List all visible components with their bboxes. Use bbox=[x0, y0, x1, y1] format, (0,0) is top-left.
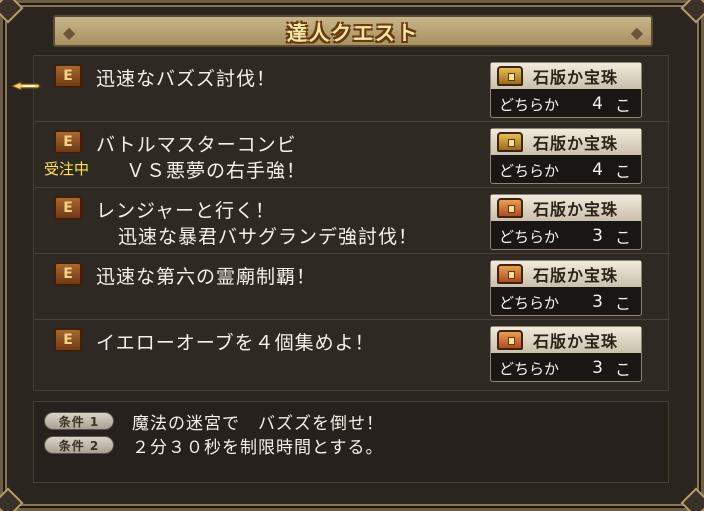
reward-choice: どちらか bbox=[499, 161, 560, 180]
quest-row[interactable]: E レンジャーと行く！ 迅速な暴君バサグランデ強討伐！ 石版か宝珠 どちらか 3… bbox=[34, 188, 670, 254]
reward-item-label: 石版か宝珠 bbox=[533, 332, 619, 351]
quest-status-accepted: 受注中 bbox=[44, 160, 90, 178]
reward-amount: どちらか 3 こ bbox=[491, 354, 641, 382]
reward-item: 石版か宝珠 bbox=[491, 129, 641, 155]
reward-choice: どちらか bbox=[499, 293, 560, 312]
reward-count: 3 bbox=[592, 226, 603, 246]
reward-amount: どちらか 4 こ bbox=[491, 90, 641, 118]
reward-item: 石版か宝珠 bbox=[491, 63, 641, 89]
treasure-chest-icon bbox=[497, 198, 523, 218]
quest-window: ◆ 達人クエスト ◆ E 迅速なバズズ討伐！ 石版か宝珠 どちらか 4 こ E bbox=[0, 0, 704, 511]
window-title-bar: ◆ 達人クエスト ◆ bbox=[53, 15, 653, 47]
quest-reward: 石版か宝珠 どちらか 3 こ bbox=[490, 326, 642, 382]
quest-row[interactable]: E 迅速なバズズ討伐！ 石版か宝珠 どちらか 4 こ bbox=[34, 56, 670, 122]
frame-corner-ornament bbox=[0, 487, 24, 511]
reward-unit: こ bbox=[614, 96, 631, 115]
quest-book-icon: E bbox=[54, 328, 82, 352]
treasure-chest-icon bbox=[497, 66, 523, 86]
reward-unit: こ bbox=[614, 360, 631, 379]
quest-reward: 石版か宝珠 どちらか 3 こ bbox=[490, 194, 642, 250]
quest-reward: 石版か宝珠 どちらか 4 こ bbox=[490, 128, 642, 184]
treasure-chest-icon bbox=[497, 132, 523, 152]
quest-title-line2: ＶＳ悪夢の右手強！ bbox=[126, 160, 307, 182]
quest-book-icon: E bbox=[54, 262, 82, 286]
quest-title: 迅速な第六の霊廟制覇！ bbox=[96, 266, 317, 288]
condition-label-badge: 条件 2 bbox=[44, 436, 114, 454]
reward-item-label: 石版か宝珠 bbox=[533, 200, 619, 219]
reward-amount: どちらか 3 こ bbox=[491, 288, 641, 316]
reward-item-label: 石版か宝珠 bbox=[533, 134, 619, 153]
frame-corner-ornament bbox=[680, 487, 704, 511]
quest-row[interactable]: E イエローオーブを４個集めよ！ 石版か宝珠 どちらか 3 こ bbox=[34, 320, 670, 386]
reward-item-label: 石版か宝珠 bbox=[533, 68, 619, 87]
reward-count: 3 bbox=[592, 292, 603, 312]
quest-title: イエローオーブを４個集めよ！ bbox=[96, 332, 375, 354]
condition-text: 魔法の迷宮で バズズを倒せ！ bbox=[132, 413, 384, 434]
quest-row[interactable]: E 迅速な第六の霊廟制覇！ 石版か宝珠 どちらか 3 こ bbox=[34, 254, 670, 320]
quest-title: バトルマスターコンビ bbox=[96, 134, 297, 156]
reward-item-label: 石版か宝珠 bbox=[533, 266, 619, 285]
quest-book-icon: E bbox=[54, 196, 82, 220]
reward-item: 石版か宝珠 bbox=[491, 327, 641, 353]
condition-row: 条件 1 魔法の迷宮で バズズを倒せ！ bbox=[44, 410, 384, 434]
quest-title-line2: 迅速な暴君バサグランデ強討伐！ bbox=[118, 226, 419, 248]
reward-amount: どちらか 3 こ bbox=[491, 222, 641, 250]
window-title: 達人クエスト bbox=[287, 20, 419, 45]
quest-book-icon: E bbox=[54, 130, 82, 154]
quest-reward: 石版か宝珠 どちらか 3 こ bbox=[490, 260, 642, 316]
reward-amount: どちらか 4 こ bbox=[491, 156, 641, 184]
quest-list: E 迅速なバズズ討伐！ 石版か宝珠 どちらか 4 こ E バトルマスターコンビ … bbox=[33, 55, 670, 391]
condition-label-badge: 条件 1 bbox=[44, 412, 114, 430]
conditions-panel: 条件 1 魔法の迷宮で バズズを倒せ！ 条件 2 ２分３０秒を制限時間とする。 bbox=[33, 401, 669, 483]
pointing-hand-cursor-icon bbox=[11, 81, 41, 91]
reward-choice: どちらか bbox=[499, 227, 560, 246]
quest-book-icon: E bbox=[54, 64, 82, 88]
reward-count: 4 bbox=[592, 160, 603, 180]
reward-count: 3 bbox=[592, 358, 603, 378]
quest-reward: 石版か宝珠 どちらか 4 こ bbox=[490, 62, 642, 118]
reward-item: 石版か宝珠 bbox=[491, 261, 641, 287]
reward-count: 4 bbox=[592, 94, 603, 114]
title-ornament-left-icon: ◆ bbox=[63, 23, 76, 42]
title-ornament-right-icon: ◆ bbox=[630, 23, 643, 42]
condition-row: 条件 2 ２分３０秒を制限時間とする。 bbox=[44, 434, 384, 458]
reward-unit: こ bbox=[614, 162, 631, 181]
reward-choice: どちらか bbox=[499, 359, 560, 378]
frame-corner-ornament bbox=[680, 0, 704, 24]
treasure-chest-icon bbox=[497, 264, 523, 284]
quest-row[interactable]: E バトルマスターコンビ 受注中 ＶＳ悪夢の右手強！ 石版か宝珠 どちらか 4 … bbox=[34, 122, 670, 188]
quest-title: 迅速なバズズ討伐！ bbox=[96, 68, 277, 90]
frame-corner-ornament bbox=[0, 0, 24, 24]
reward-unit: こ bbox=[614, 228, 631, 247]
reward-unit: こ bbox=[614, 294, 631, 313]
quest-title: レンジャーと行く！ bbox=[96, 200, 276, 222]
reward-choice: どちらか bbox=[499, 95, 560, 114]
treasure-chest-icon bbox=[497, 330, 523, 350]
condition-text: ２分３０秒を制限時間とする。 bbox=[132, 437, 384, 458]
reward-item: 石版か宝珠 bbox=[491, 195, 641, 221]
